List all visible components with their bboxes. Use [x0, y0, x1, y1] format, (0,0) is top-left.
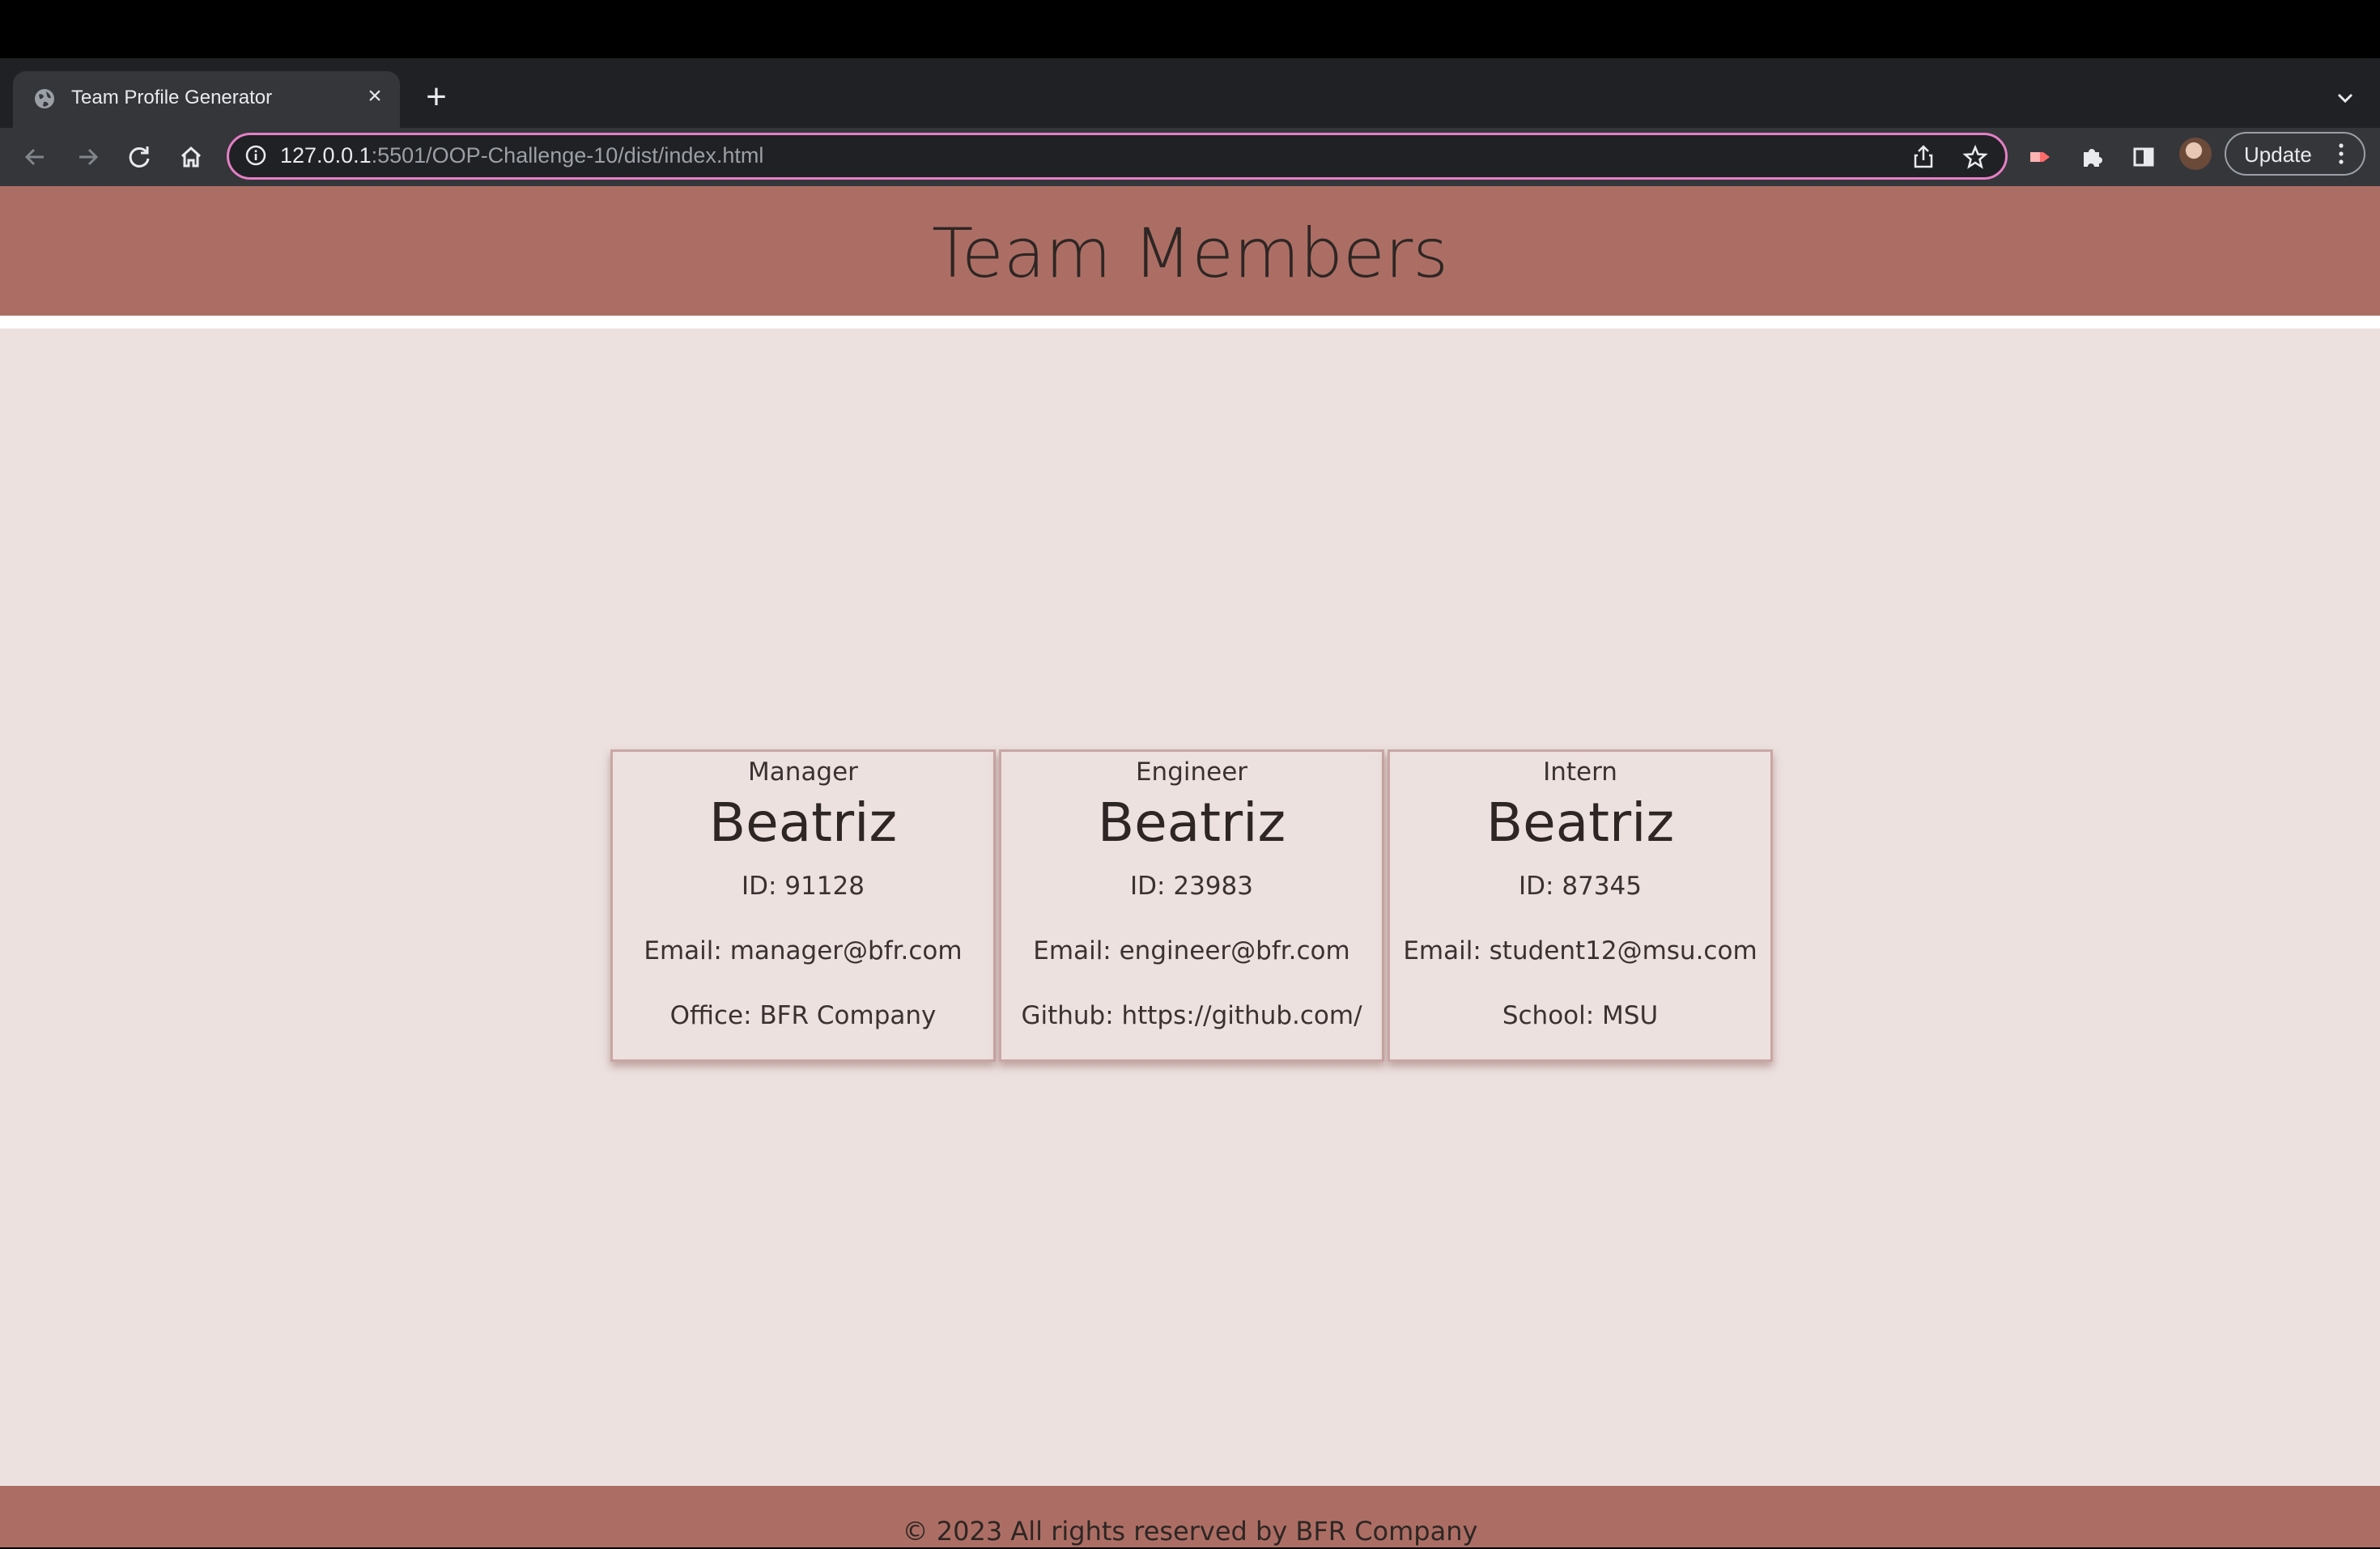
- forward-arrow-icon[interactable]: [68, 138, 107, 176]
- home-icon[interactable]: [172, 138, 210, 176]
- card-id: ID: 91128: [742, 872, 865, 901]
- globe-icon: [35, 89, 54, 108]
- puzzle-icon[interactable]: [2072, 138, 2111, 176]
- card-name: Beatriz: [708, 791, 898, 854]
- card-school: School: MSU: [1502, 1001, 1659, 1030]
- card-name: Beatriz: [1097, 791, 1286, 854]
- os-menu-bar: [0, 0, 2380, 58]
- bookmark-star-icon[interactable]: [1956, 138, 1995, 176]
- url-text[interactable]: 127.0.0.1:5501/OOP-Challenge-10/dist/ind…: [280, 139, 763, 172]
- close-icon[interactable]: ×: [361, 83, 389, 110]
- card-name: Beatriz: [1485, 791, 1675, 854]
- card-github[interactable]: Github: https://github.com/: [999, 999, 1384, 1033]
- chevron-down-icon[interactable]: [2328, 81, 2362, 115]
- card-email[interactable]: Email: manager@bfr.com: [610, 934, 996, 968]
- url-path: :5501/OOP-Challenge-10/dist/index.html: [371, 143, 764, 168]
- avatar[interactable]: [2179, 138, 2212, 170]
- new-tab-button[interactable]: +: [419, 79, 453, 115]
- card-id: ID: 23983: [1130, 872, 1253, 901]
- card-role: Manager: [748, 758, 858, 787]
- card-email[interactable]: Email: student12@msu.com: [1388, 934, 1773, 968]
- share-icon[interactable]: [1904, 138, 1943, 176]
- card-office: Office: BFR Company: [669, 1001, 937, 1030]
- card-role: Engineer: [1135, 758, 1248, 787]
- card-email[interactable]: Email: engineer@bfr.com: [999, 934, 1384, 968]
- url-host: 127.0.0.1: [280, 143, 372, 168]
- update-label: Update: [2244, 142, 2312, 167]
- tab-title: Team Profile Generator: [71, 87, 273, 108]
- page-title: Team Members: [932, 214, 1448, 293]
- info-icon[interactable]: [243, 142, 269, 168]
- extension-video-icon[interactable]: [2021, 138, 2059, 176]
- side-panel-icon[interactable]: [2124, 138, 2163, 176]
- header-divider: [0, 316, 2380, 329]
- back-arrow-icon[interactable]: [16, 138, 55, 176]
- card-id: ID: 87345: [1519, 872, 1642, 901]
- footer-text: © 2023 All rights reserved by BFR Compan…: [902, 1516, 1478, 1547]
- more-vert-icon[interactable]: [2333, 139, 2349, 168]
- card-role: Intern: [1543, 758, 1617, 787]
- reload-icon[interactable]: [120, 138, 159, 176]
